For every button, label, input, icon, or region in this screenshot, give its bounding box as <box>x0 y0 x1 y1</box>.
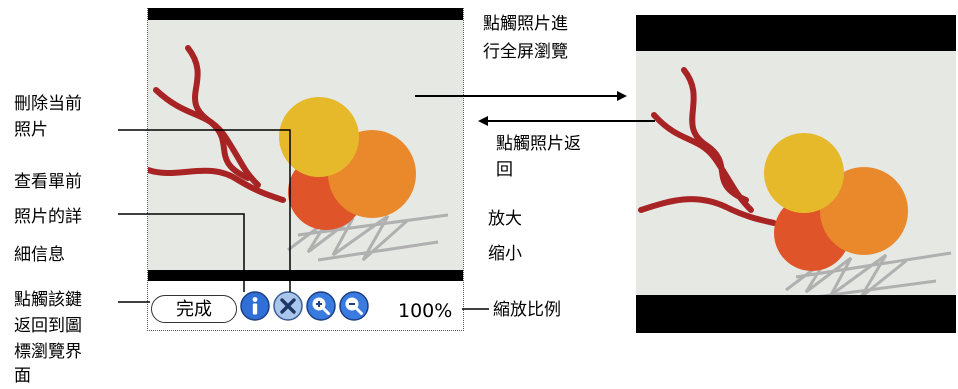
leader-lines <box>118 91 655 310</box>
info-leader-line <box>118 213 245 292</box>
delete-leader-line <box>118 129 291 292</box>
